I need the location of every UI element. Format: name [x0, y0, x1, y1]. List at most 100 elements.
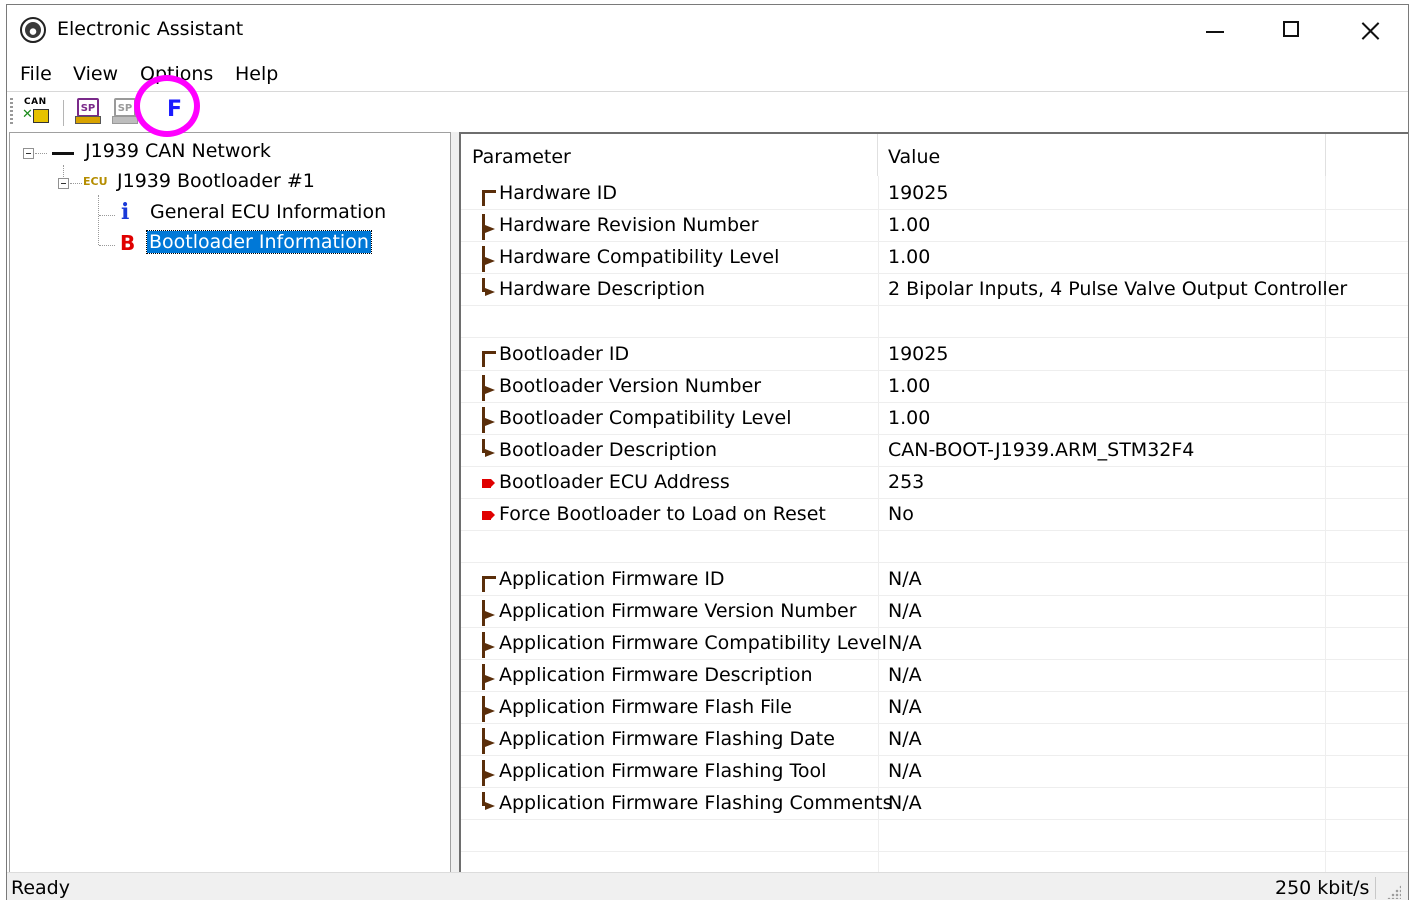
editable-red-arrow-icon	[481, 507, 497, 525]
app-logo-icon	[20, 17, 46, 43]
table-row[interactable]: Application Firmware Flashing Tool N/A	[461, 756, 1408, 788]
branch-arrow-icon	[481, 664, 497, 690]
param-name: Application Firmware Flash File	[499, 696, 792, 718]
param-name: Bootloader Description	[499, 439, 718, 461]
resize-grip-icon[interactable]	[1387, 885, 1401, 899]
setpoint-save-button[interactable]: SP	[74, 97, 104, 127]
branch-arrow-icon	[481, 214, 497, 240]
table-row[interactable]: Bootloader ECU Address 253	[461, 467, 1408, 499]
table-row[interactable]: Hardware ID 19025	[461, 178, 1408, 210]
baud-rate-indicator: 250 kbit/s	[1275, 877, 1370, 899]
table-row[interactable]: Bootloader Version Number 1.00	[461, 371, 1408, 403]
table-row[interactable]: Application Firmware Version Number N/A	[461, 596, 1408, 628]
param-name: Hardware ID	[499, 182, 618, 204]
toolbar: CAN ✕ SP SP F	[7, 91, 1408, 132]
can-icon-label: CAN	[24, 97, 47, 107]
param-value: N/A	[888, 600, 922, 622]
tree-item-bootloader-info[interactable]: Bootloader Information	[146, 230, 372, 254]
param-name: Bootloader ID	[499, 343, 630, 365]
table-row[interactable]: Bootloader Compatibility Level 1.00	[461, 403, 1408, 435]
branch-arrow-icon	[481, 632, 497, 658]
param-name: Bootloader ECU Address	[499, 471, 730, 493]
flash-f-icon: F	[167, 97, 183, 122]
param-name: Application Firmware Flashing Date	[499, 728, 835, 750]
table-row[interactable]: Application Firmware Flashing Date N/A	[461, 724, 1408, 756]
table-row[interactable]: Bootloader ID 19025	[461, 339, 1408, 371]
parameter-list[interactable]: Parameter Value Hardware ID 19025 Hardwa…	[459, 132, 1408, 872]
tree-item-ecu[interactable]: J1939 Bootloader #1	[117, 170, 315, 192]
column-divider[interactable]	[1325, 134, 1326, 176]
tree-connector	[98, 195, 100, 245]
table-row[interactable]: Application Firmware ID N/A	[461, 564, 1408, 596]
table-row[interactable]: Application Firmware Compatibility Level…	[461, 628, 1408, 660]
param-value: 19025	[888, 182, 949, 204]
menu-view[interactable]: View	[73, 63, 118, 85]
menu-file[interactable]: File	[20, 63, 52, 85]
table-row[interactable]: Hardware Revision Number 1.00	[461, 210, 1408, 242]
param-name: Application Firmware Compatibility Level	[499, 632, 887, 654]
param-value: 253	[888, 471, 925, 493]
table-row[interactable]: Hardware Description 2 Bipolar Inputs, 4…	[461, 274, 1408, 306]
table-row[interactable]: Application Firmware Description N/A	[461, 660, 1408, 692]
param-value: 2 Bipolar Inputs, 4 Pulse Valve Output C…	[888, 278, 1348, 300]
param-value: N/A	[888, 664, 922, 686]
table-row-empty	[461, 306, 1408, 338]
header-parameter[interactable]: Parameter	[472, 146, 571, 168]
branch-arrow-icon	[481, 600, 497, 626]
can-network-icon	[52, 152, 74, 155]
tree-connector	[63, 165, 65, 177]
minimize-button[interactable]	[1179, 5, 1251, 57]
sp-disabled-base-icon	[112, 116, 138, 124]
param-name: Bootloader Version Number	[499, 375, 762, 397]
info-icon: i	[121, 199, 130, 225]
tree-pane[interactable]: J1939 CAN Network ECU J1939 Bootloader #…	[9, 132, 451, 872]
param-value: 1.00	[888, 214, 931, 236]
param-value: 1.00	[888, 246, 931, 268]
table-row[interactable]: Bootloader Description CAN-BOOT-J1939.AR…	[461, 435, 1408, 467]
toolbar-separator	[63, 100, 64, 126]
menu-options[interactable]: Options	[140, 63, 213, 85]
status-bar: Ready 250 kbit/s	[7, 872, 1408, 900]
tree-connector	[70, 183, 82, 185]
group-start-icon	[481, 347, 497, 367]
branch-arrow-icon	[481, 246, 497, 272]
table-row[interactable]: Application Firmware Flash File N/A	[461, 692, 1408, 724]
table-row[interactable]: Application Firmware Flashing Comments N…	[461, 788, 1408, 820]
branch-arrow-icon	[481, 375, 497, 401]
can-connect-button[interactable]: CAN ✕	[22, 97, 52, 127]
column-divider[interactable]	[877, 134, 878, 176]
flash-firmware-button[interactable]: F	[157, 97, 193, 127]
branch-end-arrow-icon	[481, 792, 497, 814]
param-name: Force Bootloader to Load on Reset	[499, 503, 826, 525]
branch-end-arrow-icon	[481, 278, 497, 300]
param-name: Application Firmware ID	[499, 568, 725, 590]
sp-disabled-icon: SP	[114, 98, 136, 117]
param-value: 1.00	[888, 375, 931, 397]
pane-splitter[interactable]	[451, 132, 459, 872]
param-value: N/A	[888, 568, 922, 590]
tree-connector	[99, 245, 115, 247]
param-name: Hardware Revision Number	[499, 214, 759, 236]
group-start-icon	[481, 186, 497, 206]
table-row[interactable]: Hardware Compatibility Level 1.00	[461, 242, 1408, 274]
param-value: N/A	[888, 696, 922, 718]
title-bar[interactable]: Electronic Assistant	[7, 5, 1408, 57]
network-collapse-icon[interactable]	[23, 148, 34, 159]
param-value: N/A	[888, 632, 922, 654]
tree-item-network[interactable]: J1939 CAN Network	[85, 140, 271, 162]
tree-item-general-info[interactable]: General ECU Information	[150, 201, 386, 223]
setpoint-load-button[interactable]: SP	[111, 97, 141, 127]
header-value[interactable]: Value	[888, 146, 940, 168]
table-row-empty	[461, 531, 1408, 563]
param-name: Hardware Compatibility Level	[499, 246, 780, 268]
ecu-icon: ECU	[83, 175, 108, 188]
menu-help[interactable]: Help	[235, 63, 278, 85]
ecu-collapse-icon[interactable]	[58, 178, 69, 189]
branch-arrow-icon	[481, 407, 497, 433]
list-header: Parameter Value	[461, 134, 1408, 176]
param-value: 1.00	[888, 407, 931, 429]
toolbar-grip[interactable]	[10, 98, 13, 126]
close-button[interactable]	[1331, 5, 1403, 57]
maximize-button[interactable]	[1255, 5, 1327, 57]
table-row[interactable]: Force Bootloader to Load on Reset No	[461, 499, 1408, 531]
